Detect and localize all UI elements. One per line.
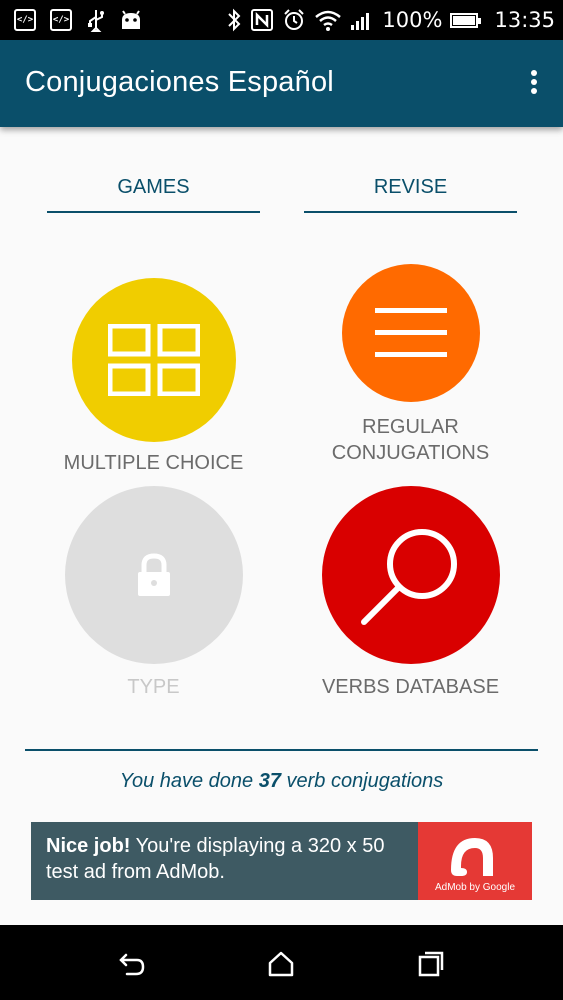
app-toolbar: Conjugaciones Español <box>0 40 563 127</box>
status-bar: </> </> 100% 13:35 <box>0 0 563 40</box>
tab-games[interactable]: GAMES <box>47 176 260 213</box>
status-left-icons: </> </> <box>14 8 142 32</box>
tab-revise[interactable]: REVISE <box>304 176 517 213</box>
overflow-menu-icon[interactable] <box>527 70 541 98</box>
usb-icon <box>88 10 104 32</box>
battery-percent: 100% <box>382 8 443 32</box>
grid-icon <box>107 324 200 396</box>
divider <box>25 749 538 751</box>
bluetooth-icon <box>228 8 241 32</box>
ad-text: Nice job! You're displaying a 320 x 50 t… <box>46 833 418 885</box>
progress-text: You have done 37 verb conjugations <box>0 770 563 793</box>
type-label: TYPE <box>127 676 180 698</box>
regular-conjugations-label: REGULAR CONJUGATIONS <box>331 416 490 464</box>
ad-bold-text: Nice job! <box>46 835 131 857</box>
recents-icon[interactable] <box>416 949 446 979</box>
progress-after: verb conjugations <box>280 770 444 792</box>
admob-icon <box>451 838 493 876</box>
clock: 13:35 <box>494 8 555 32</box>
back-icon[interactable] <box>117 949 147 979</box>
multiple-choice-tile[interactable]: MULTIPLE CHOICE <box>47 264 260 476</box>
code-icon: </> <box>50 9 72 31</box>
nfc-icon <box>251 9 274 31</box>
verbs-database-tile[interactable]: VERBS DATABASE <box>304 486 517 700</box>
verbs-database-button[interactable] <box>321 486 500 664</box>
admob-caption: AdMob by Google <box>434 882 516 893</box>
lines-icon <box>374 308 447 357</box>
multiple-choice-label: MULTIPLE CHOICE <box>63 452 244 474</box>
alarm-icon <box>284 9 305 30</box>
admob-logo: AdMob by Google <box>418 822 532 900</box>
type-button[interactable] <box>64 486 243 664</box>
ad-banner[interactable]: Nice job! You're displaying a 320 x 50 t… <box>31 822 532 900</box>
battery-icon <box>450 12 482 28</box>
android-icon <box>122 10 140 29</box>
regular-conjugations-button[interactable] <box>341 264 480 402</box>
navigation-bar <box>0 925 563 1000</box>
wifi-icon <box>315 10 342 31</box>
lock-icon <box>137 553 170 596</box>
status-right-icons: 100% 13:35 <box>226 5 555 35</box>
progress-count: 37 <box>258 770 281 792</box>
verbs-database-label: VERBS DATABASE <box>321 676 500 698</box>
signal-icon <box>351 13 370 30</box>
app-title: Conjugaciones Español <box>25 66 334 98</box>
home-icon[interactable] <box>266 949 296 979</box>
type-tile[interactable]: TYPE <box>47 486 260 700</box>
progress-before: You have done <box>119 770 259 792</box>
code-icon: </> <box>14 9 36 31</box>
multiple-choice-button[interactable] <box>71 278 236 442</box>
regular-conjugations-tile[interactable]: REGULAR CONJUGATIONS <box>304 264 517 466</box>
search-icon <box>360 529 457 625</box>
